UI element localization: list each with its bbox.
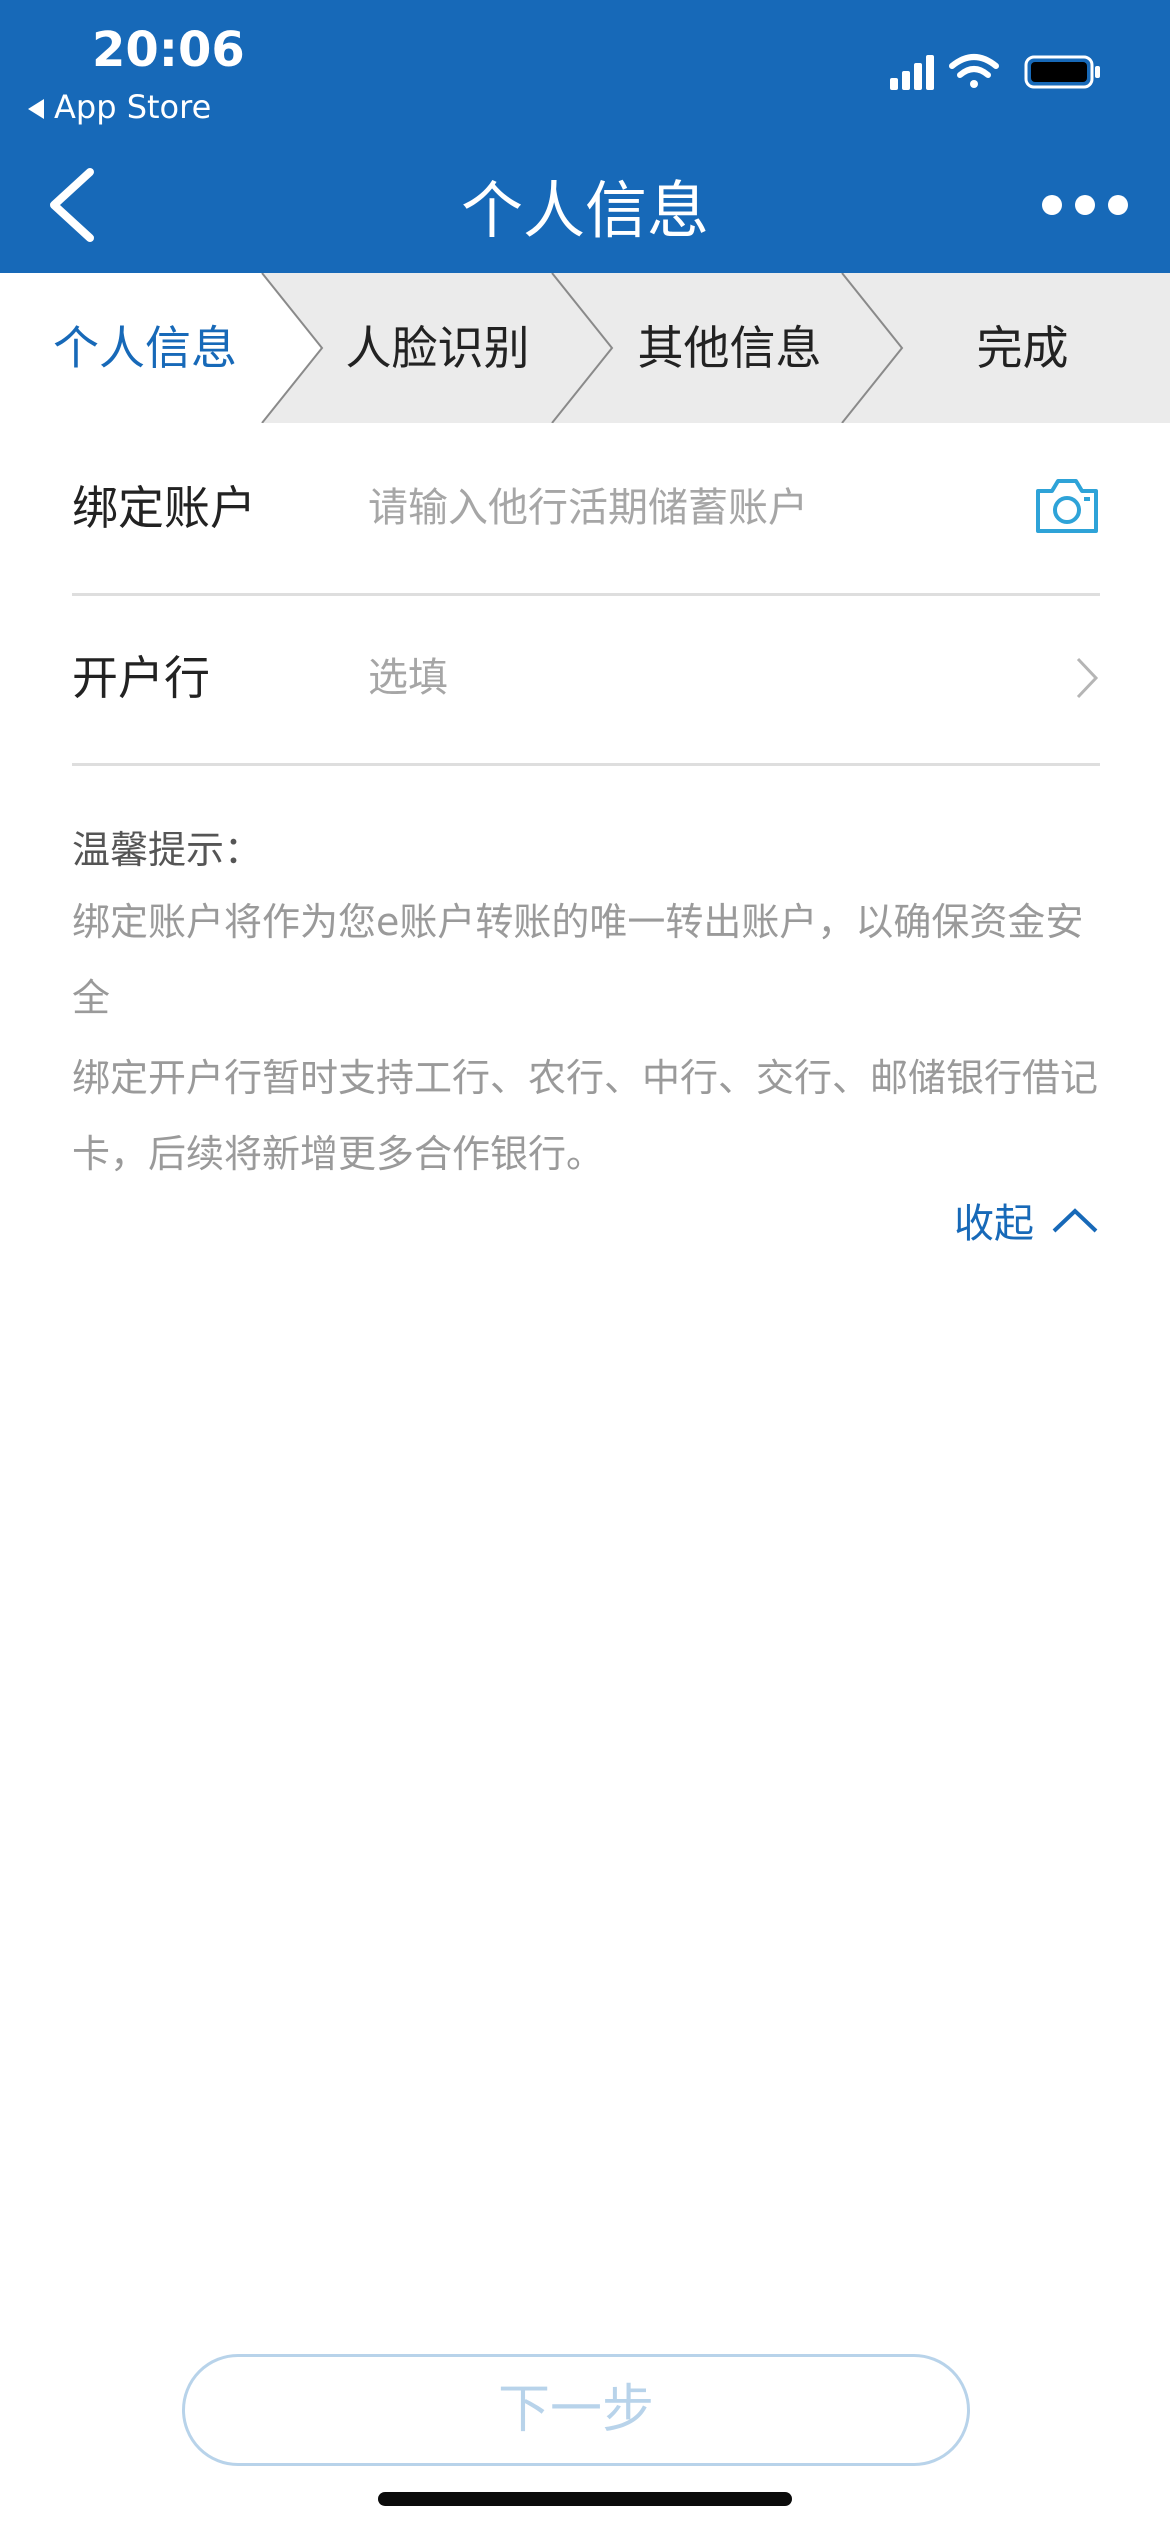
opening-bank-select[interactable]: 选填 [368,593,448,763]
bind-account-row: 绑定账户 请输入他行活期储蓄账户 [72,423,1100,596]
step-personal-info: 个人信息 [53,321,237,375]
status-time: 20:06 [92,22,245,78]
back-to-app-store[interactable]: App Store [28,88,211,126]
tips-section: 温馨提示： 绑定账户将作为您e账户转账的唯一转出账户，以确保资金安全 绑定开户行… [72,820,1100,1192]
more-icon[interactable] [1040,185,1130,225]
page-title: 个人信息 [460,174,709,247]
app-header: 20:06 App Store 个人信息 [0,0,1170,273]
chevron-right-icon [1076,657,1099,699]
bind-account-input[interactable]: 请输入他行活期储蓄账户 [368,423,808,593]
opening-bank-row[interactable]: 开户行 选填 [72,593,1100,766]
tips-line-1: 绑定账户将作为您e账户转账的唯一转出账户，以确保资金安全 [72,900,1084,1020]
back-app-label: App Store [54,88,212,126]
camera-icon[interactable] [1034,475,1100,535]
status-icons [890,54,1100,90]
step-complete: 完成 [976,321,1069,375]
back-triangle-icon [28,99,44,119]
step-progress: 个人信息 人脸识别 其他信息 完成 [0,273,1170,423]
tips-title: 温馨提示： [72,828,263,872]
wifi-icon [949,54,999,88]
next-step-button[interactable]: 下一步 [182,2354,970,2466]
tips-line-2: 绑定开户行暂时支持工行、农行、中行、交行、邮储银行借记卡，后续将新增更多合作银行… [72,1056,1099,1176]
home-indicator [378,2492,792,2506]
collapse-label: 收起 [954,1201,1034,1247]
step-face-recognition: 人脸识别 [345,321,530,375]
bind-account-label: 绑定账户 [72,481,256,535]
battery-icon [1024,55,1100,89]
opening-bank-label: 开户行 [72,651,210,705]
signal-icon [890,55,934,90]
step-other-info: 其他信息 [637,321,822,375]
collapse-button[interactable]: 收起 [954,1190,1100,1250]
chevron-up-icon [1052,1208,1098,1233]
